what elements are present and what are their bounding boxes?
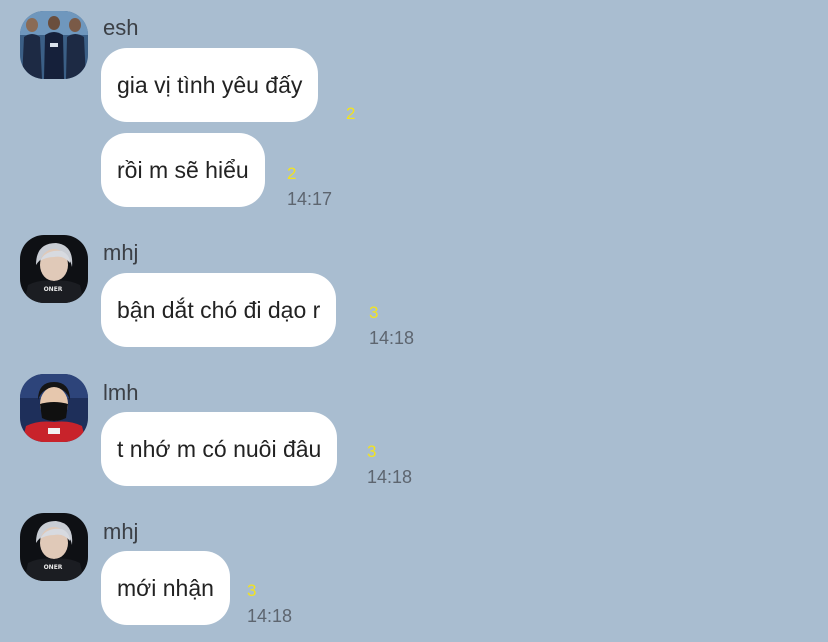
unread-count: 3 xyxy=(367,442,377,461)
sender-avatar-lmh[interactable] xyxy=(20,374,88,442)
avatar-jersey-text: ONER xyxy=(44,286,63,293)
masked-player-avatar-icon xyxy=(20,374,88,442)
message-bubble[interactable]: rồi m sẽ hiểu xyxy=(101,133,265,207)
message-bubble[interactable]: t nhớ m có nuôi đâu xyxy=(101,412,338,486)
unread-count: 3 xyxy=(369,303,379,322)
sender-avatar-esh[interactable] xyxy=(20,11,88,79)
player-oner-avatar-icon: ONER xyxy=(20,513,88,581)
player-oner-avatar-icon: ONER xyxy=(20,235,88,303)
unread-count: 2 xyxy=(287,164,297,183)
message-bubble[interactable]: gia vị tình yêu đấy xyxy=(101,48,319,122)
sender-avatar-mhj[interactable]: ONER xyxy=(20,235,88,303)
message-bubble[interactable]: bận dắt chó đi dạo r xyxy=(101,273,337,347)
message-timestamp: 14:18 xyxy=(247,606,293,626)
sender-name: esh xyxy=(103,15,139,40)
sender-name: mhj xyxy=(103,519,139,544)
team-photo-avatar-icon xyxy=(20,11,88,79)
message-timestamp: 14:17 xyxy=(287,189,333,209)
message-bubble[interactable]: mới nhận xyxy=(101,551,230,625)
message-timestamp: 14:18 xyxy=(367,467,413,487)
unread-count: 3 xyxy=(247,581,257,600)
sender-avatar-mhj[interactable]: ONER xyxy=(20,513,88,581)
message-timestamp: 14:18 xyxy=(369,328,415,348)
unread-count: 2 xyxy=(346,104,356,123)
sender-name: lmh xyxy=(103,380,139,405)
sender-name: mhj xyxy=(103,240,139,265)
avatar-jersey-text: ONER xyxy=(44,564,63,571)
